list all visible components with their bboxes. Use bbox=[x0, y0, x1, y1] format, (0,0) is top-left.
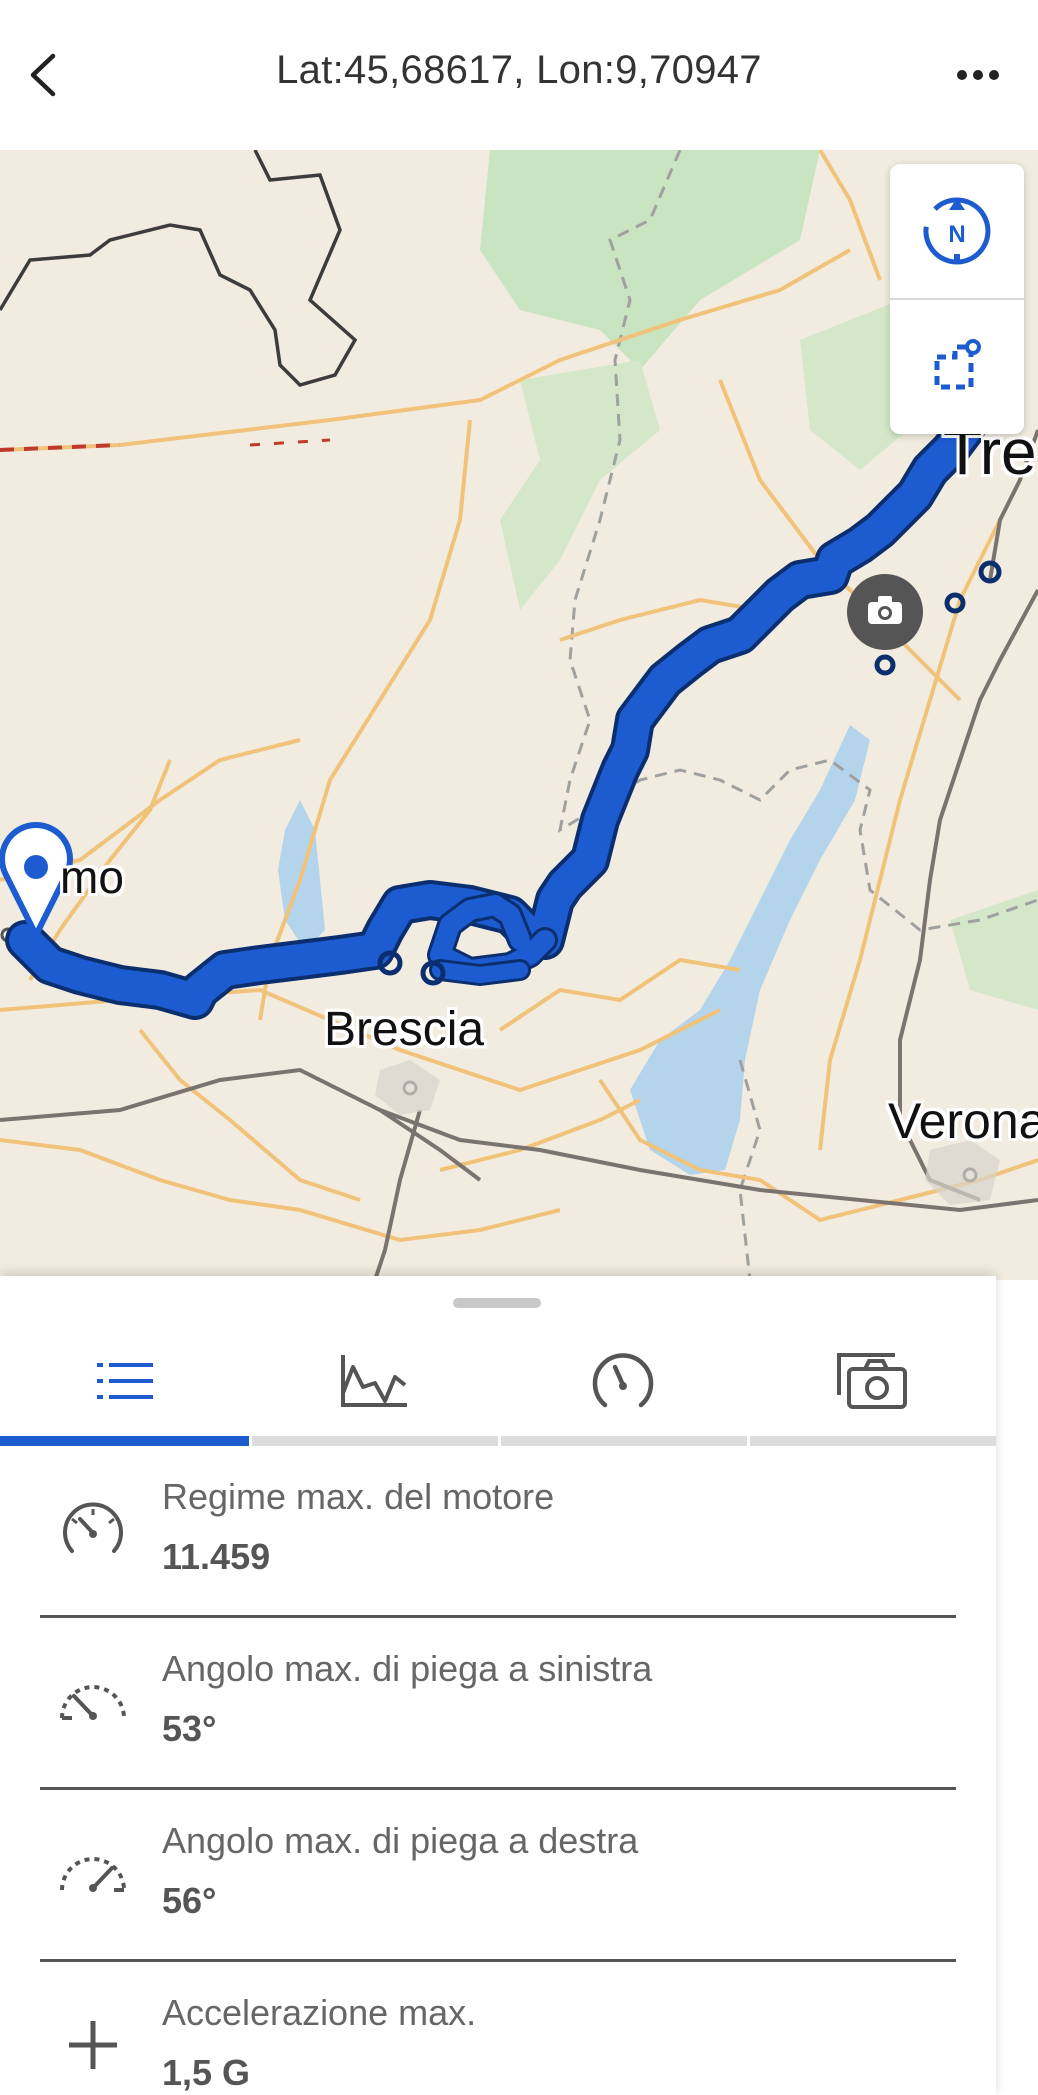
tab-indicator-active bbox=[0, 1436, 249, 1446]
tab-bar bbox=[0, 1316, 996, 1446]
forest-area bbox=[500, 360, 660, 610]
back-button[interactable] bbox=[8, 40, 78, 110]
fit-route-button[interactable] bbox=[890, 300, 1024, 434]
compass-icon: N bbox=[923, 197, 991, 265]
stat-row-max-acceleration: Accelerazione max. 1,5 G bbox=[0, 1962, 996, 2095]
stat-value: 53° bbox=[162, 1708, 217, 1749]
stat-row-max-lean-left: Angolo max. di piega a sinistra 53° bbox=[0, 1618, 996, 1790]
tab-chart[interactable] bbox=[249, 1316, 498, 1446]
lean-left-icon bbox=[50, 1658, 136, 1744]
stat-value: 1,5 G bbox=[162, 2052, 251, 2093]
fit-route-icon bbox=[934, 339, 981, 390]
stat-value: 56° bbox=[162, 1880, 217, 1921]
elevation-chart-icon bbox=[340, 1355, 407, 1407]
compass-letter: N bbox=[948, 221, 965, 248]
city-area-brescia bbox=[375, 1060, 440, 1115]
map-controls: N bbox=[890, 164, 1024, 434]
top-bar: Lat:45,68617, Lon:9,70947 bbox=[0, 0, 1038, 150]
city-label-bergamo: mo bbox=[60, 851, 124, 903]
map-canvas bbox=[0, 150, 1038, 1280]
tab-indicator bbox=[747, 1436, 996, 1446]
stat-label: Angolo max. di piega a destra bbox=[162, 1820, 639, 1861]
list-icon bbox=[96, 1363, 153, 1399]
tab-list[interactable] bbox=[0, 1316, 249, 1446]
forest-area bbox=[480, 150, 820, 370]
photo-marker bbox=[847, 574, 923, 650]
border-line bbox=[0, 150, 358, 387]
lake-garda bbox=[630, 725, 870, 1175]
speedometer-icon bbox=[592, 1353, 653, 1408]
city-label-verona: Verona bbox=[888, 1093, 1038, 1149]
tab-photos[interactable] bbox=[747, 1316, 996, 1446]
stat-value: 11.459 bbox=[162, 1536, 271, 1577]
region-border bbox=[738, 1059, 762, 1280]
details-panel: Regime max. del motore 11.459 Angolo max… bbox=[0, 1276, 996, 2095]
motorway bbox=[378, 1108, 482, 1182]
stat-label: Accelerazione max. bbox=[162, 1992, 477, 2033]
more-options-button[interactable] bbox=[938, 40, 1018, 110]
camera-icon bbox=[836, 1353, 907, 1409]
highway-segment bbox=[249, 438, 331, 447]
tab-indicator bbox=[498, 1436, 747, 1446]
drag-handle[interactable] bbox=[453, 1298, 541, 1308]
lean-right-icon bbox=[50, 1830, 136, 1916]
tab-indicator bbox=[249, 1436, 498, 1446]
page-title: Lat:45,68617, Lon:9,70947 bbox=[276, 48, 762, 92]
plus-icon bbox=[50, 2002, 136, 2088]
rpm-gauge-icon bbox=[50, 1486, 136, 1572]
stat-label: Regime max. del motore bbox=[162, 1476, 555, 1517]
route-map[interactable]: mo Brescia Verona Tre N bbox=[0, 150, 1038, 1280]
stat-row-max-lean-right: Angolo max. di piega a destra 56° bbox=[0, 1790, 996, 1962]
compass-button[interactable]: N bbox=[890, 164, 1024, 298]
tab-speed[interactable] bbox=[498, 1316, 747, 1446]
city-label-brescia: Brescia bbox=[324, 1003, 485, 1056]
road bbox=[439, 1098, 641, 1172]
stat-label: Angolo max. di piega a sinistra bbox=[162, 1648, 653, 1689]
stat-row-max-rpm: Regime max. del motore 11.459 bbox=[0, 1446, 996, 1618]
chevron-left-icon bbox=[30, 53, 56, 97]
more-dots-icon bbox=[957, 70, 999, 80]
road bbox=[0, 1138, 561, 1243]
forest-area bbox=[950, 890, 1038, 1010]
motorway bbox=[373, 1109, 422, 1280]
